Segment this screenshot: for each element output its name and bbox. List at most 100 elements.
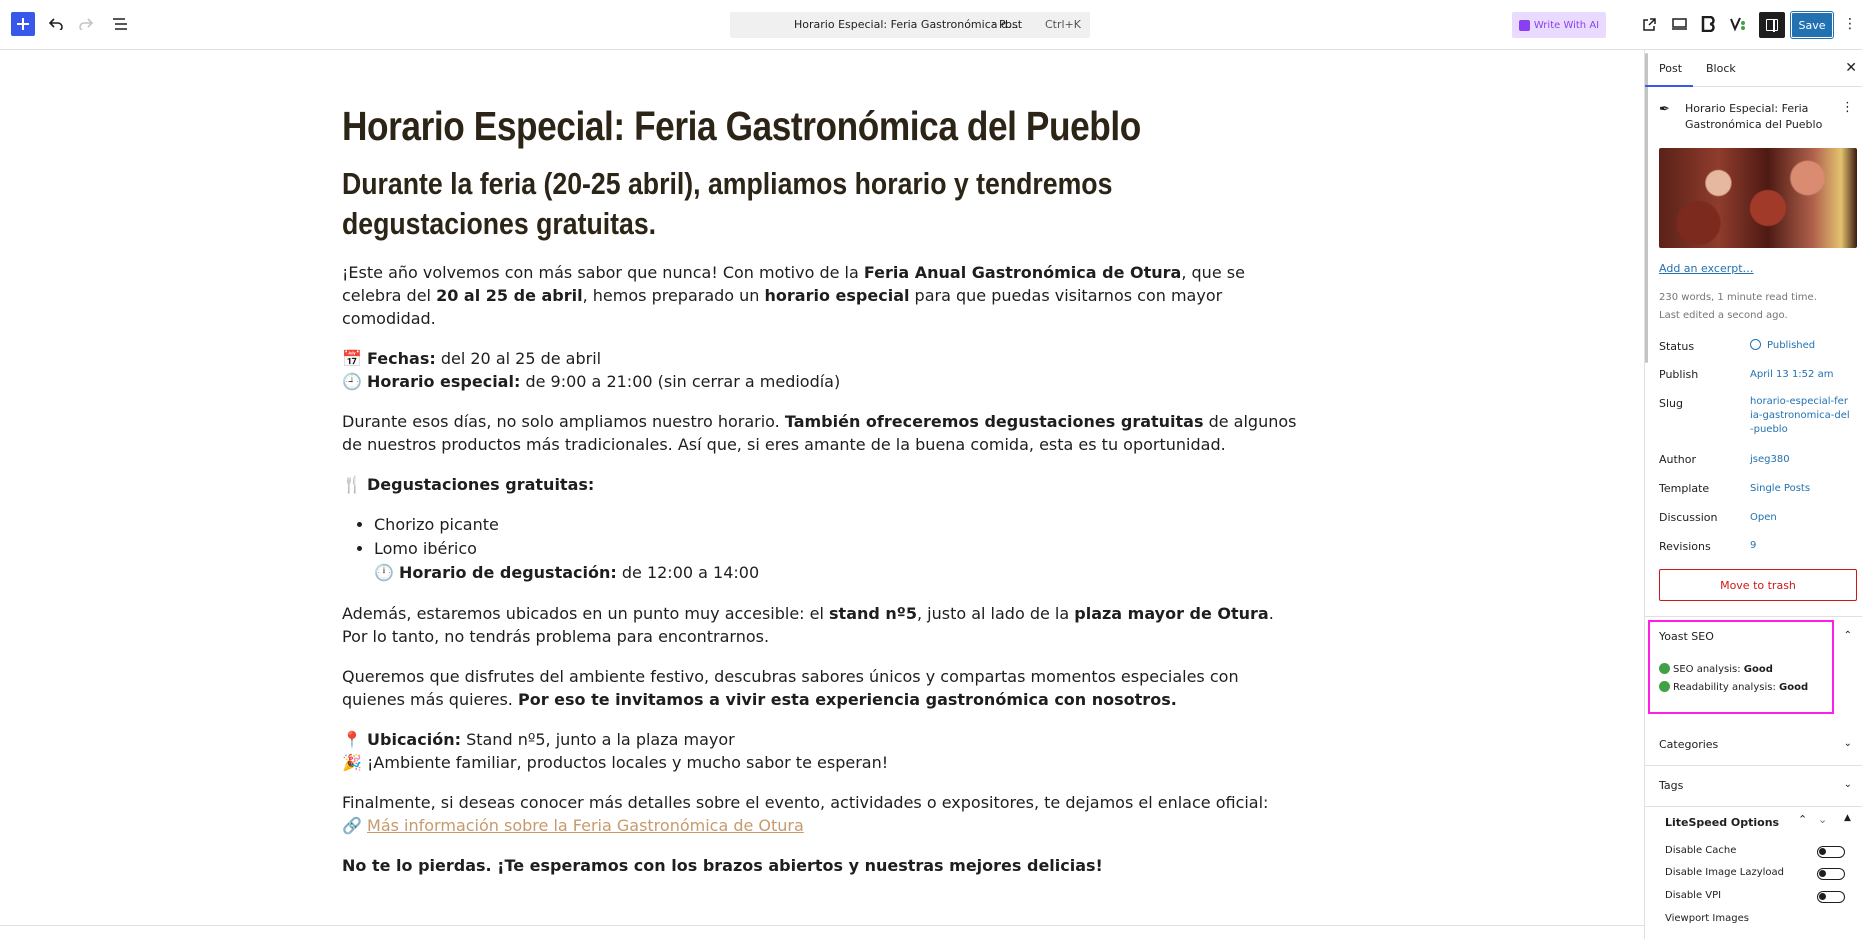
dates-label: Fechas:	[367, 349, 436, 368]
more-info-link[interactable]: Más información sobre la Feria Gastronóm…	[367, 816, 804, 835]
disable-lazyload-toggle[interactable]	[1817, 868, 1845, 880]
bold-b-plugin-icon	[1701, 16, 1715, 32]
author-label: Author	[1659, 453, 1697, 466]
document-overview-button[interactable]	[107, 11, 133, 37]
closing-paragraph[interactable]: No te lo pierdas. ¡Te esperamos con los …	[342, 854, 1302, 877]
categories-panel-title[interactable]: Categories	[1659, 738, 1718, 751]
jetpack-button[interactable]	[1695, 11, 1721, 37]
discussion-value[interactable]: Open	[1750, 511, 1850, 525]
disable-vpi-label: Disable VPI	[1665, 890, 1722, 901]
smiley-good-icon	[1659, 663, 1670, 674]
location-text-2: , justo al lado de la	[916, 604, 1075, 623]
chevron-down-icon[interactable]: ⌄	[1818, 813, 1827, 826]
kebab-icon: ⋮	[1843, 16, 1857, 32]
view-post-button[interactable]	[1636, 11, 1662, 37]
tasting-list[interactable]: Chorizo picante Lomo ibérico 🕛 Horario de…	[342, 513, 1302, 585]
location-details-paragraph[interactable]: 📍 Ubicación: Stand nº5, junto a la plaza…	[342, 728, 1302, 774]
move-to-trash-button[interactable]: Move to trash	[1659, 569, 1857, 601]
sidebar-post-title: Horario Especial: Feria Gastronómica del…	[1685, 102, 1823, 131]
tab-post[interactable]: Post	[1659, 62, 1682, 75]
disable-vpi-toggle[interactable]	[1817, 891, 1845, 903]
divider	[1645, 806, 1862, 807]
invite-bold: Por eso te invitamos a vivir esta experi…	[517, 690, 1177, 709]
invite-paragraph[interactable]: Queremos que disfrutes del ambiente fest…	[342, 665, 1302, 711]
status-label: Status	[1659, 340, 1695, 353]
post-title[interactable]: Horario Especial: Feria Gastronómica del…	[342, 102, 1168, 150]
chevron-down-icon[interactable]: ⌄	[1844, 738, 1852, 749]
close-sidebar-icon[interactable]: ✕	[1845, 60, 1857, 76]
litespeed-options-title[interactable]: LiteSpeed Options	[1665, 816, 1779, 829]
more-info-link-line: 🔗 Más información sobre la Feria Gastron…	[342, 814, 1302, 837]
add-block-button[interactable]	[11, 12, 35, 36]
post-meta: 230 words, 1 minute read time. Last edit…	[1659, 289, 1817, 325]
document-title: Horario Especial: Feria Gastronómica d..…	[794, 18, 1019, 31]
publish-date[interactable]: April 13 1:52 am	[1750, 368, 1850, 382]
author-value[interactable]: jseg380	[1750, 453, 1850, 467]
more-info-paragraph[interactable]: Finalmente, si deseas conocer más detall…	[342, 791, 1302, 837]
word-count: 230 words, 1 minute read time.	[1659, 292, 1817, 303]
calendar-icon: 📅	[342, 349, 368, 368]
preview-device-button[interactable]	[1666, 11, 1692, 37]
intro-bold-2: 20 al 25 de abril	[436, 286, 583, 305]
tastings-heading-label: Degustaciones gratuitas:	[367, 475, 595, 494]
revisions-label: Revisions	[1659, 540, 1711, 553]
intro-bold-3: horario especial	[764, 286, 910, 305]
tags-panel-title[interactable]: Tags	[1659, 779, 1683, 792]
command-palette-bar[interactable]: Horario Especial: Feria Gastronómica d..…	[730, 12, 1090, 38]
intro-paragraph[interactable]: ¡Este año volvemos con más sabor que nun…	[342, 261, 1302, 330]
tasting-time-value: de 12:00 a 14:00	[616, 563, 760, 582]
post-type-label: · Post	[992, 18, 1023, 31]
hours-label: Horario especial:	[367, 372, 521, 391]
undo-button[interactable]	[43, 11, 69, 37]
readability-label: Readability analysis:	[1673, 682, 1779, 693]
disable-cache-toggle[interactable]	[1817, 846, 1845, 858]
post-subheading[interactable]: Durante la feria (20-25 abril), ampliamo…	[342, 164, 1271, 244]
list-view-icon	[113, 18, 127, 30]
settings-sidebar-toggle[interactable]	[1759, 12, 1785, 38]
ambience-line: 🎉 ¡Ambiente familiar, productos locales …	[342, 751, 1302, 774]
chevron-down-icon[interactable]: ⌄	[1844, 779, 1852, 790]
save-button[interactable]: Save	[1791, 12, 1833, 38]
post-actions-kebab-icon[interactable]: ⋮	[1841, 100, 1854, 115]
chevron-up-icon[interactable]: ⌃	[1798, 813, 1807, 826]
chevron-up-icon[interactable]: ⌃	[1844, 630, 1852, 641]
redo-button[interactable]	[73, 11, 99, 37]
readability-analysis[interactable]: Readability analysis: Good	[1659, 681, 1808, 693]
featured-image[interactable]	[1659, 148, 1857, 248]
tab-block[interactable]: Block	[1706, 62, 1736, 75]
ai-logo-icon	[1518, 19, 1530, 31]
collapse-arrow-icon[interactable]: ▲	[1844, 813, 1851, 823]
tastings-heading[interactable]: 🍴 Degustaciones gratuitas:	[342, 473, 1302, 496]
clock-12-icon: 🕛	[374, 563, 400, 582]
template-value[interactable]: Single Posts	[1750, 482, 1850, 496]
link-icon: 🔗	[342, 816, 368, 835]
options-menu-button[interactable]: ⋮	[1837, 11, 1862, 37]
hours-line: 🕘 Horario especial: de 9:00 a 21:00 (sin…	[342, 370, 1302, 393]
fork-knife-icon: 🍴	[342, 475, 368, 494]
pin-icon: 📍	[342, 730, 368, 749]
intro-text-3: , hemos preparado un	[582, 286, 765, 305]
dates-paragraph[interactable]: 📅 Fechas: del 20 al 25 de abril 🕘 Horari…	[342, 347, 1302, 393]
editor-toolbar: Horario Especial: Feria Gastronómica d..…	[0, 0, 1862, 50]
yoast-panel-title[interactable]: Yoast SEO	[1659, 630, 1714, 643]
status-value[interactable]: Published	[1750, 339, 1850, 353]
publish-label: Publish	[1659, 368, 1699, 381]
seo-analysis[interactable]: SEO analysis: Good	[1659, 663, 1773, 675]
seo-value: Good	[1743, 664, 1773, 675]
desktop-icon	[1671, 18, 1687, 30]
settings-sidebar: Post Block ✕ ✒ Horario Especial: Feria G…	[1644, 50, 1862, 939]
slug-value[interactable]: horario-especial-feria-gastronomica-del-…	[1750, 395, 1850, 437]
revisions-value[interactable]: 9	[1750, 539, 1850, 553]
write-with-ai-button[interactable]: Write With AI	[1512, 12, 1606, 38]
sidebar-scrollbar[interactable]	[1645, 53, 1648, 363]
template-label: Template	[1659, 482, 1710, 495]
list-item: Lomo ibérico 🕛 Horario de degustación: de…	[374, 537, 1302, 585]
yoast-icon	[1730, 17, 1745, 32]
write-with-ai-label: Write With AI	[1533, 19, 1600, 31]
tastings-paragraph[interactable]: Durante esos días, no solo ampliamos nue…	[342, 410, 1302, 456]
seo-label: SEO analysis:	[1673, 664, 1744, 675]
location-paragraph[interactable]: Además, estaremos ubicados en un punto m…	[342, 602, 1302, 648]
add-excerpt-link[interactable]: Add an excerpt…	[1659, 262, 1754, 275]
yoast-toolbar-button[interactable]	[1725, 11, 1751, 37]
smiley-good-icon	[1659, 681, 1670, 692]
